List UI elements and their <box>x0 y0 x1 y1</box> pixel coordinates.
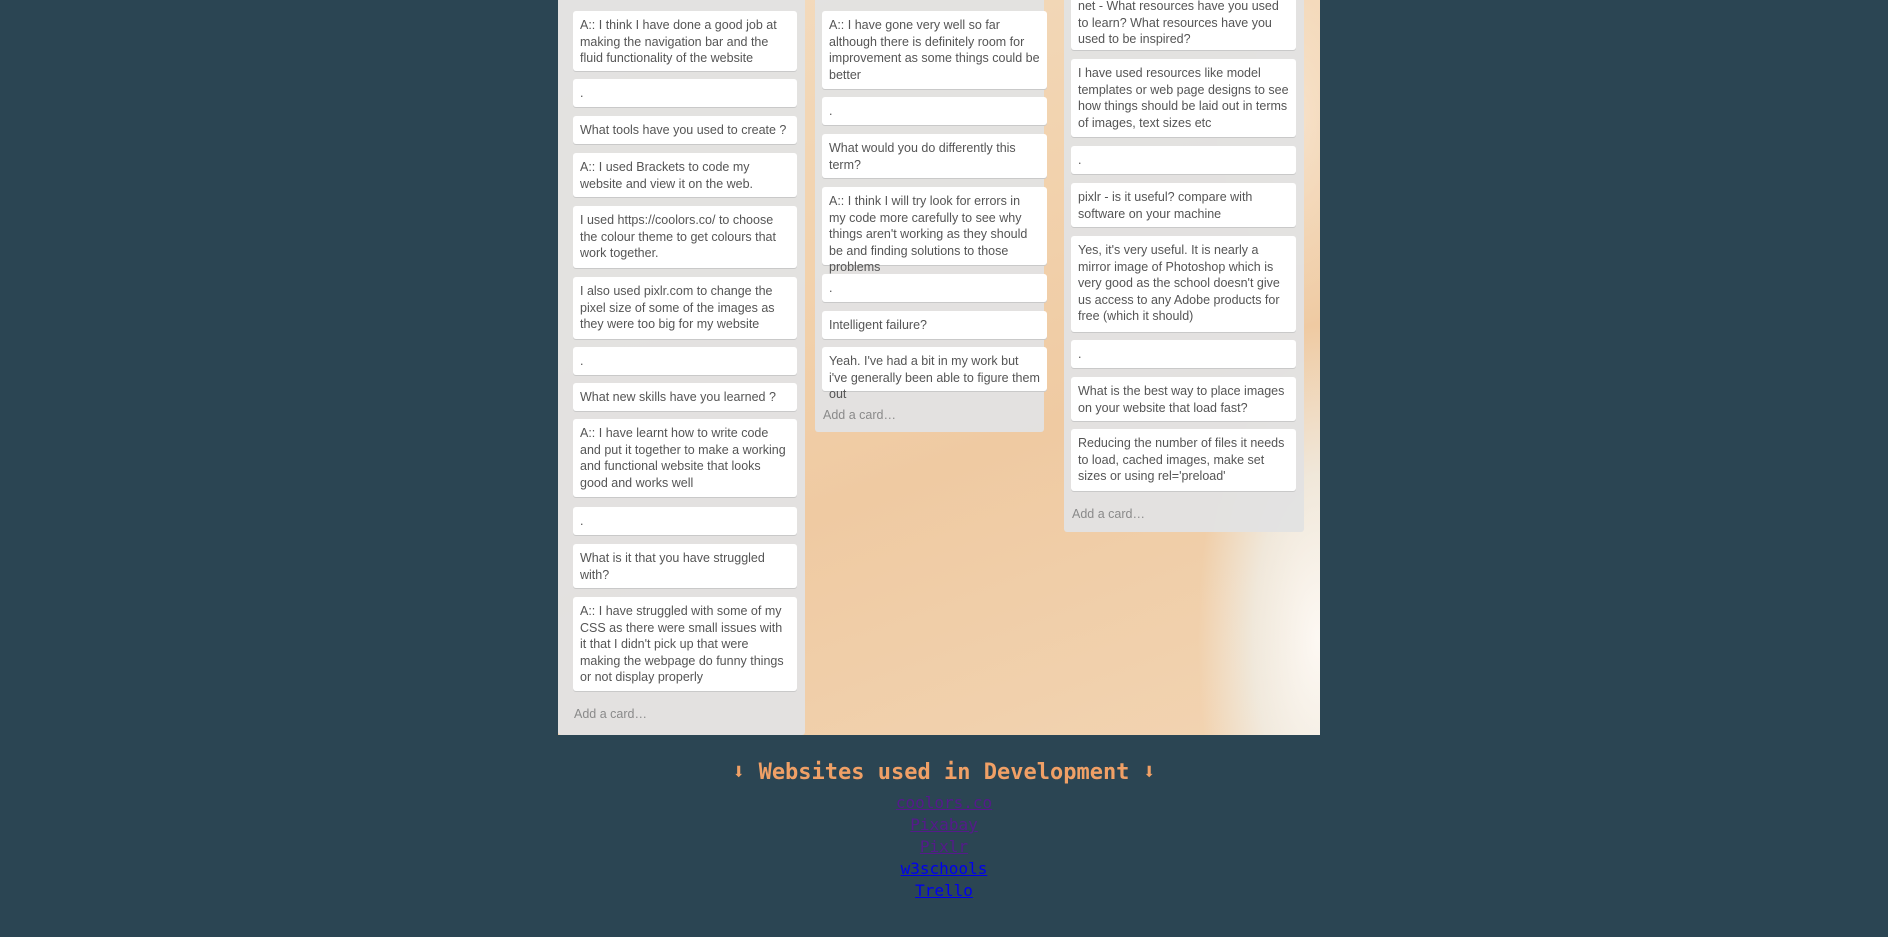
card[interactable]: Reducing the number of files it needs to… <box>1071 429 1296 491</box>
trello-board-embed: A:: I think I have done a good job at ma… <box>558 0 1320 735</box>
add-card-button[interactable]: Add a card… <box>574 707 647 721</box>
card[interactable]: Yeah. I've had a bit in my work but i've… <box>822 347 1047 401</box>
card[interactable]: What would you do differently this term? <box>822 134 1047 178</box>
add-card-button[interactable]: Add a card… <box>1072 507 1145 521</box>
card[interactable]: . <box>573 79 797 107</box>
card[interactable]: . <box>822 274 1047 302</box>
card[interactable]: I have used resources like model templat… <box>1071 59 1296 137</box>
card[interactable]: A:: I have struggled with some of my CSS… <box>573 597 797 691</box>
card[interactable]: A:: I have gone very well so far althoug… <box>822 11 1047 89</box>
card[interactable]: A:: I think I will try look for errors i… <box>822 187 1047 274</box>
websites-heading: ⬇ Websites used in Development ⬇ <box>732 760 1156 785</box>
card[interactable]: What is it that you have struggled with? <box>573 544 797 588</box>
card[interactable]: A:: I have learnt how to write code and … <box>573 419 797 497</box>
card[interactable]: I used https://coolors.co/ to choose the… <box>573 206 797 268</box>
card[interactable]: . <box>573 347 797 375</box>
link-pixabay[interactable]: Pixabay <box>910 814 977 836</box>
link-w3schools[interactable]: w3schools <box>901 858 988 880</box>
add-card-button[interactable]: Add a card… <box>823 408 896 422</box>
card[interactable]: . <box>1071 146 1296 174</box>
card[interactable]: pixlr - is it useful? compare with softw… <box>1071 183 1296 227</box>
card[interactable]: I also used pixlr.com to change the pixe… <box>573 277 797 339</box>
link-trello[interactable]: Trello <box>915 880 973 902</box>
card[interactable]: net - What resources have you used to le… <box>1071 0 1296 50</box>
card[interactable]: Yes, it's very useful. It is nearly a mi… <box>1071 236 1296 332</box>
card[interactable]: . <box>1071 340 1296 368</box>
websites-link-list: coolors.co Pixabay Pixlr w3schools Trell… <box>0 792 1888 902</box>
link-coolors[interactable]: coolors.co <box>896 792 992 814</box>
card[interactable]: . <box>822 97 1047 125</box>
card[interactable]: What is the best way to place images on … <box>1071 377 1296 421</box>
card[interactable]: . <box>573 507 797 535</box>
card[interactable]: What new skills have you learned ? <box>573 383 797 411</box>
link-pixlr[interactable]: Pixlr <box>920 836 968 858</box>
card[interactable]: Intelligent failure? <box>822 311 1047 339</box>
card[interactable]: What tools have you used to create ? <box>573 116 797 144</box>
card[interactable]: A:: I think I have done a good job at ma… <box>573 11 797 71</box>
card[interactable]: A:: I used Brackets to code my website a… <box>573 153 797 197</box>
